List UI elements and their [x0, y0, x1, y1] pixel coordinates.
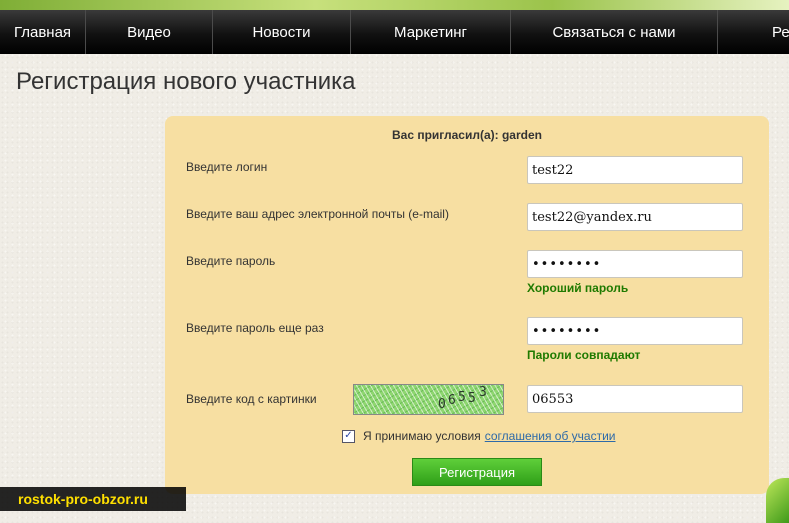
nav-item-more[interactable]: Ре: [718, 10, 789, 54]
password-strength-status: Хороший пароль: [527, 281, 629, 295]
agreement-link[interactable]: соглашения об участии: [485, 429, 616, 443]
email-input[interactable]: test22@yandex.ru: [527, 203, 743, 231]
captcha-char: 0: [438, 397, 446, 412]
captcha-image: 0 6 5 5 3: [353, 384, 504, 415]
password-label: Введите пароль: [186, 254, 276, 268]
email-label: Введите ваш адрес электронной почты (e-m…: [186, 207, 449, 221]
captcha-char: 3: [479, 385, 487, 400]
page-title: Регистрация нового участника: [16, 68, 356, 95]
password-input[interactable]: ••••••••: [527, 250, 743, 278]
login-input[interactable]: test22: [527, 156, 743, 184]
captcha-char: 5: [468, 391, 476, 406]
nav-item-contact[interactable]: Связаться с нами: [511, 10, 718, 54]
main-nav: Главная Видео Новости Маркетинг Связатьс…: [0, 10, 789, 54]
captcha-input[interactable]: 06553: [527, 385, 743, 413]
captcha-char: 6: [448, 393, 456, 408]
agree-row: ✓ Я принимаю условия соглашения об участ…: [342, 429, 616, 443]
nav-item-marketing[interactable]: Маркетинг: [351, 10, 511, 54]
password-confirm-label: Введите пароль еще раз: [186, 321, 324, 335]
agree-text: Я принимаю условия: [363, 429, 481, 443]
login-label: Введите логин: [186, 160, 268, 174]
leaf-decoration: [766, 478, 789, 523]
captcha-char: 5: [458, 390, 466, 405]
password-confirm-input[interactable]: ••••••••: [527, 317, 743, 345]
nav-item-video[interactable]: Видео: [86, 10, 213, 54]
nav-item-news[interactable]: Новости: [213, 10, 351, 54]
nav-item-home[interactable]: Главная: [0, 10, 86, 54]
captcha-label: Введите код с картинки: [186, 392, 317, 406]
password-match-status: Пароли совпадают: [527, 348, 641, 362]
watermark: rostok-pro-obzor.ru: [0, 487, 186, 511]
top-decor-strip: [0, 0, 789, 10]
registration-form: Вас пригласил(а): garden Введите логин t…: [165, 116, 769, 494]
agree-checkbox[interactable]: ✓: [342, 429, 355, 443]
register-button[interactable]: Регистрация: [412, 458, 542, 486]
invited-by-text: Вас пригласил(а): garden: [392, 128, 542, 142]
